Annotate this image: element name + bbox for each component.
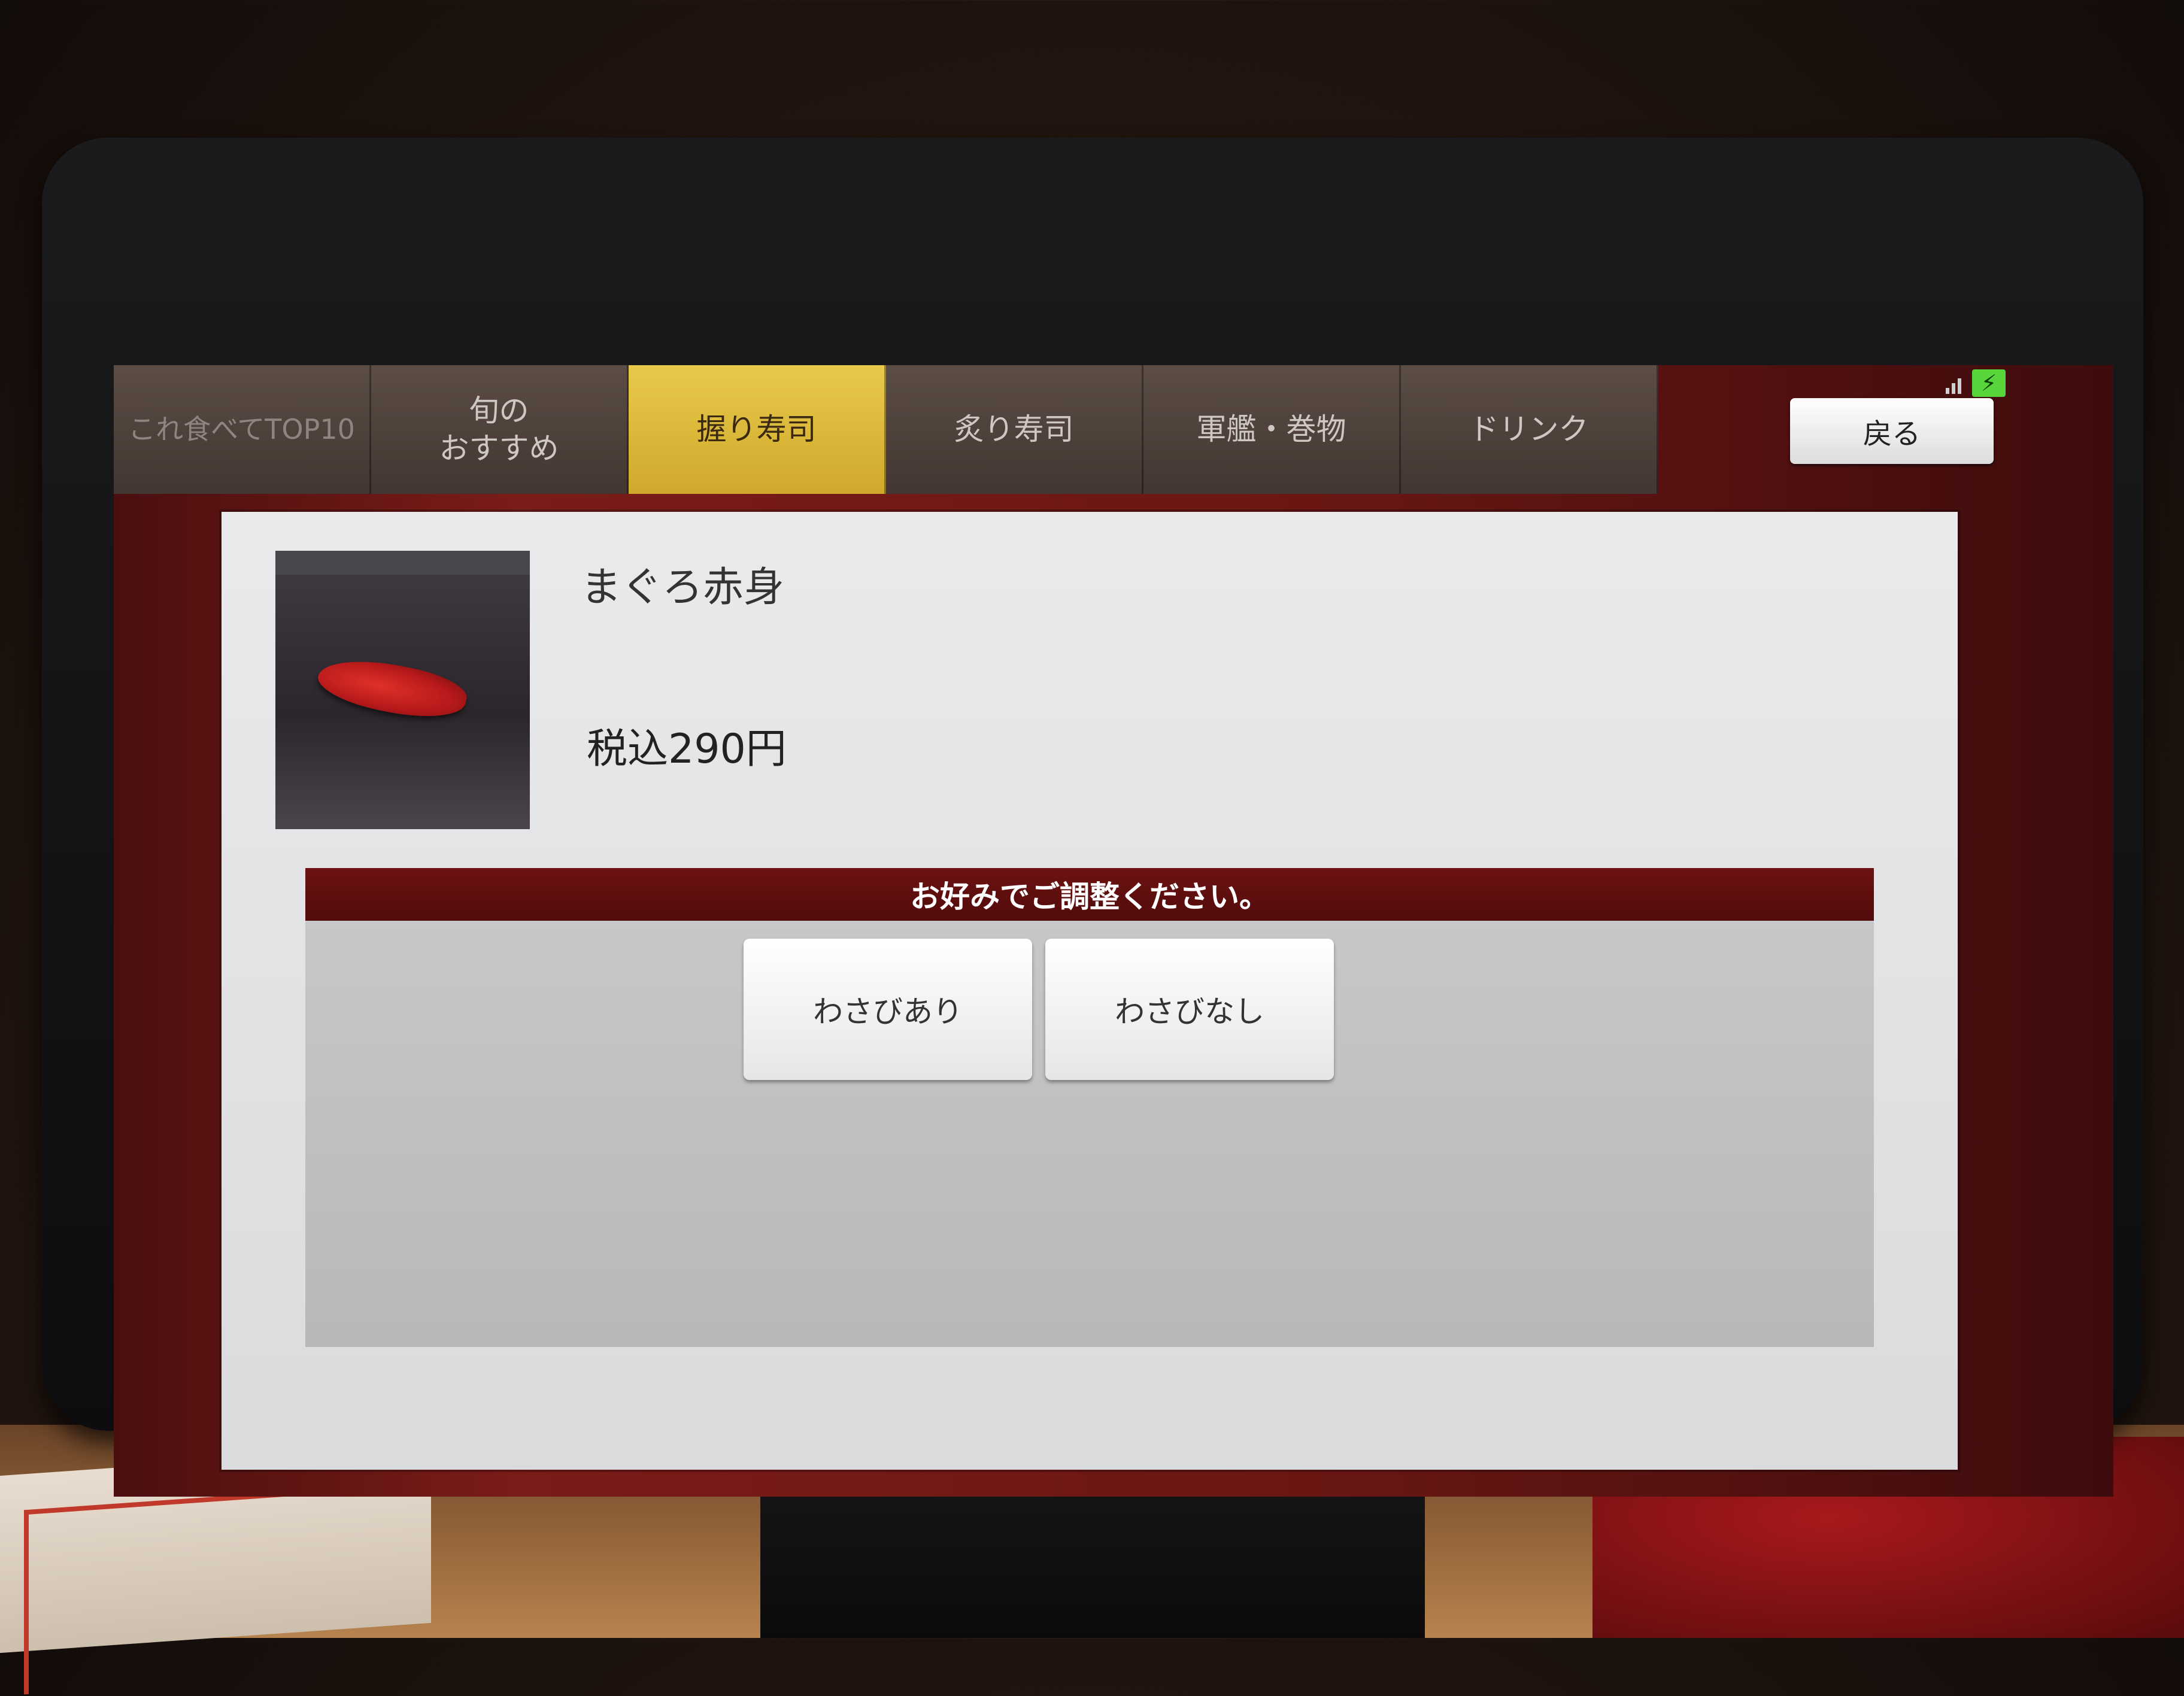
category-tabbar: これ食べてTOP10 旬の おすすめ 握り寿司 炙り寿司 軍艦・巻物 ドリンク: [114, 365, 1658, 494]
tablet-bezel: これ食べてTOP10 旬の おすすめ 握り寿司 炙り寿司 軍艦・巻物 ドリンク …: [42, 138, 2143, 1497]
paper-border: [24, 1488, 340, 1695]
battery-charging-icon: ⚡: [1972, 369, 2006, 397]
back-button[interactable]: 戻る: [1790, 398, 1994, 464]
tab-drink[interactable]: ドリンク: [1401, 365, 1658, 494]
item-dialog: まぐろ赤身 税込290円 お好みでご調整ください。 わさびあり わさびなし: [222, 512, 1958, 1470]
tab-seasonal[interactable]: 旬の おすすめ: [371, 365, 629, 494]
signal-icon: [1946, 372, 1961, 394]
sushi-image: [314, 649, 471, 728]
item-photo: [275, 551, 530, 829]
options-panel: お好みでご調整ください。 わさびあり わさびなし: [305, 868, 1874, 1347]
tab-nigiri[interactable]: 握り寿司: [629, 365, 886, 494]
tab-aburi[interactable]: 炙り寿司: [886, 365, 1143, 494]
item-price: 税込290円: [587, 726, 787, 773]
wasabi-yes-button[interactable]: わさびあり: [744, 939, 1032, 1080]
tab-top10[interactable]: これ食べてTOP10: [114, 365, 371, 494]
tab-gunkan-maki[interactable]: 軍艦・巻物: [1143, 365, 1401, 494]
tablet-screen: これ食べてTOP10 旬の おすすめ 握り寿司 炙り寿司 軍艦・巻物 ドリンク …: [114, 365, 2113, 1497]
item-name: まぐろ赤身: [581, 564, 785, 611]
options-title: お好みでご調整ください。: [305, 868, 1874, 921]
wasabi-no-button[interactable]: わさびなし: [1045, 939, 1334, 1080]
options-row: わさびあり わさびなし: [305, 939, 1874, 1080]
status-bar: ⚡: [1946, 365, 2018, 401]
